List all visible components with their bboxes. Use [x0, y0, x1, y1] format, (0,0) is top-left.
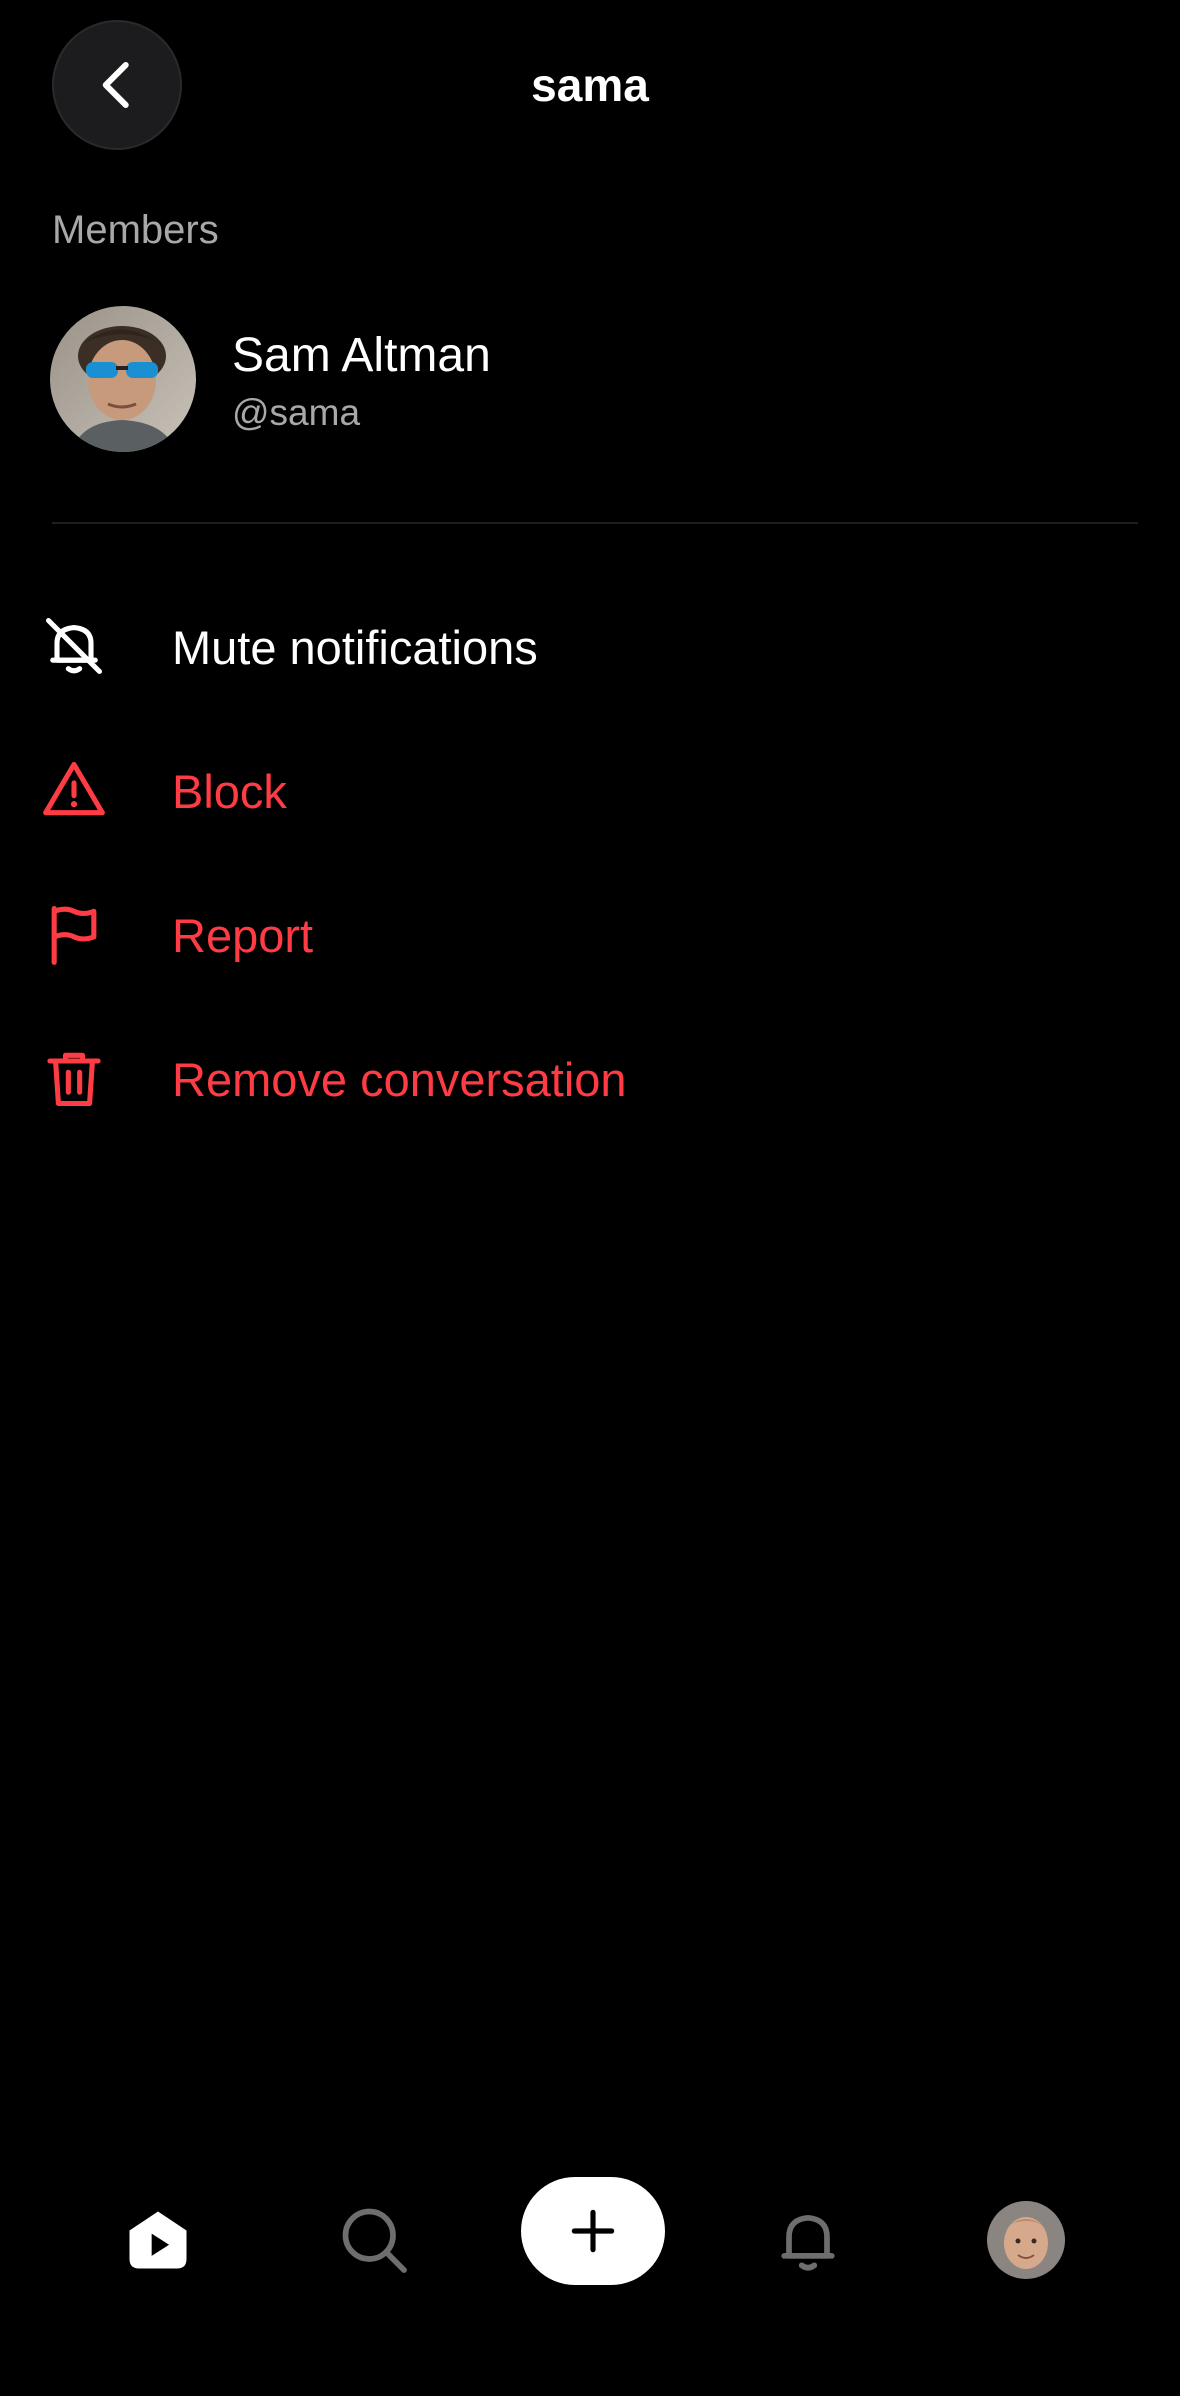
mute-notifications-button[interactable]: Mute notifications	[40, 586, 1140, 706]
page-title: sama	[531, 59, 649, 111]
tab-home[interactable]	[108, 2190, 208, 2290]
remove-conversation-button[interactable]: Remove conversation	[40, 1018, 1140, 1138]
divider	[52, 522, 1138, 524]
report-label: Report	[172, 909, 314, 962]
block-label: Block	[172, 765, 287, 818]
block-button[interactable]: Block	[40, 730, 1140, 850]
tab-notifications[interactable]	[758, 2190, 858, 2290]
avatar	[50, 306, 196, 452]
bottom-tab-bar	[0, 2160, 1180, 2310]
warning-triangle-icon	[43, 761, 105, 816]
plus-icon	[571, 2209, 615, 2253]
header: sama	[0, 0, 1180, 170]
tab-search[interactable]	[324, 2190, 424, 2290]
search-icon	[342, 2208, 407, 2273]
report-button[interactable]: Report	[40, 874, 1140, 994]
member-name: Sam Altman	[232, 329, 491, 382]
flag-icon	[51, 905, 97, 965]
remove-conversation-label: Remove conversation	[172, 1053, 627, 1106]
tab-profile[interactable]	[976, 2190, 1076, 2290]
mute-notifications-label: Mute notifications	[172, 621, 538, 674]
member-handle: @sama	[232, 392, 361, 433]
create-button[interactable]	[521, 2177, 665, 2285]
members-section-label: Members	[52, 208, 219, 252]
trash-icon	[47, 1052, 101, 1107]
profile-avatar	[987, 2201, 1065, 2279]
bell-off-icon	[45, 617, 103, 675]
home-play-icon	[129, 2211, 187, 2269]
member-row[interactable]: Sam Altman @sama	[50, 306, 1130, 454]
bell-icon	[781, 2214, 835, 2271]
